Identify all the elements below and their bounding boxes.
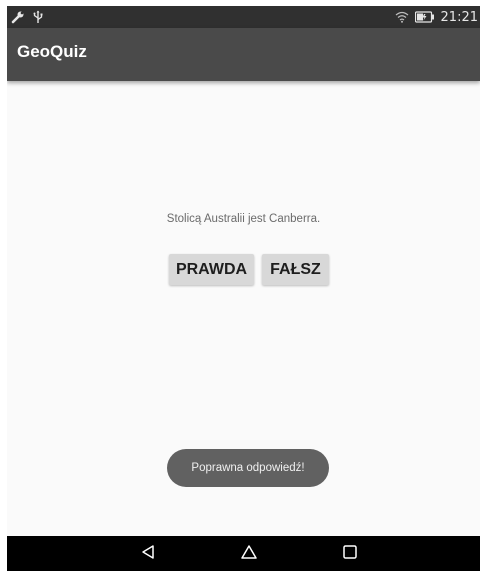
true-button[interactable]: PRAWDA [169, 254, 254, 285]
usb-icon [33, 10, 43, 24]
toast-message: Poprawna odpowiedź! [167, 449, 329, 487]
wrench-icon [11, 10, 25, 24]
status-right-icons: 21:21 [395, 6, 478, 28]
back-button[interactable] [128, 536, 168, 571]
app-bar: GeoQuiz [7, 28, 480, 81]
app-title: GeoQuiz [17, 42, 87, 61]
status-clock: 21:21 [440, 9, 478, 25]
false-button[interactable]: FAŁSZ [262, 254, 329, 285]
back-icon [140, 544, 156, 564]
wifi-icon [395, 11, 409, 23]
question-text: Stolicą Australii jest Canberra. [166, 213, 321, 225]
home-button[interactable] [229, 536, 269, 571]
recent-apps-button[interactable] [330, 536, 370, 571]
device-screen: 21:21 GeoQuiz Stolicą Australii jest Can… [7, 6, 480, 571]
home-icon [240, 544, 258, 564]
answer-buttons: PRAWDA FAŁSZ [169, 254, 329, 285]
status-left-icons [11, 8, 43, 26]
navigation-bar [7, 536, 480, 571]
recent-apps-icon [342, 544, 358, 564]
battery-icon [414, 11, 435, 23]
status-bar: 21:21 [7, 6, 480, 28]
